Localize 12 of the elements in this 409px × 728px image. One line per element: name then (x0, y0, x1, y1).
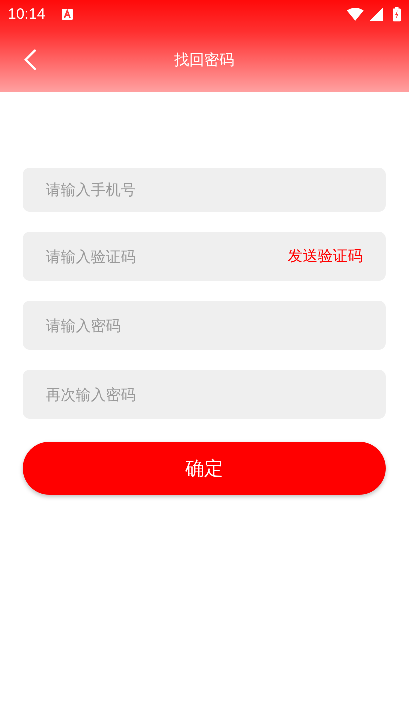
status-time: 10:14 (8, 6, 46, 22)
wifi-icon (347, 8, 364, 20)
input-field[interactable]: 请输入手机号 (23, 168, 386, 212)
send-code-link[interactable]: 发送验证码 (288, 247, 363, 266)
back-icon[interactable] (24, 49, 37, 71)
signal-icon (370, 8, 383, 20)
input-field[interactable]: 请输入密码 (23, 301, 386, 350)
battery-charging-icon (393, 6, 401, 22)
notification-icon (62, 8, 73, 20)
input-field[interactable]: 再次输入密码 (23, 370, 386, 419)
page-title: 找回密码 (174, 50, 234, 70)
confirm-button[interactable]: 确定 (23, 442, 386, 495)
